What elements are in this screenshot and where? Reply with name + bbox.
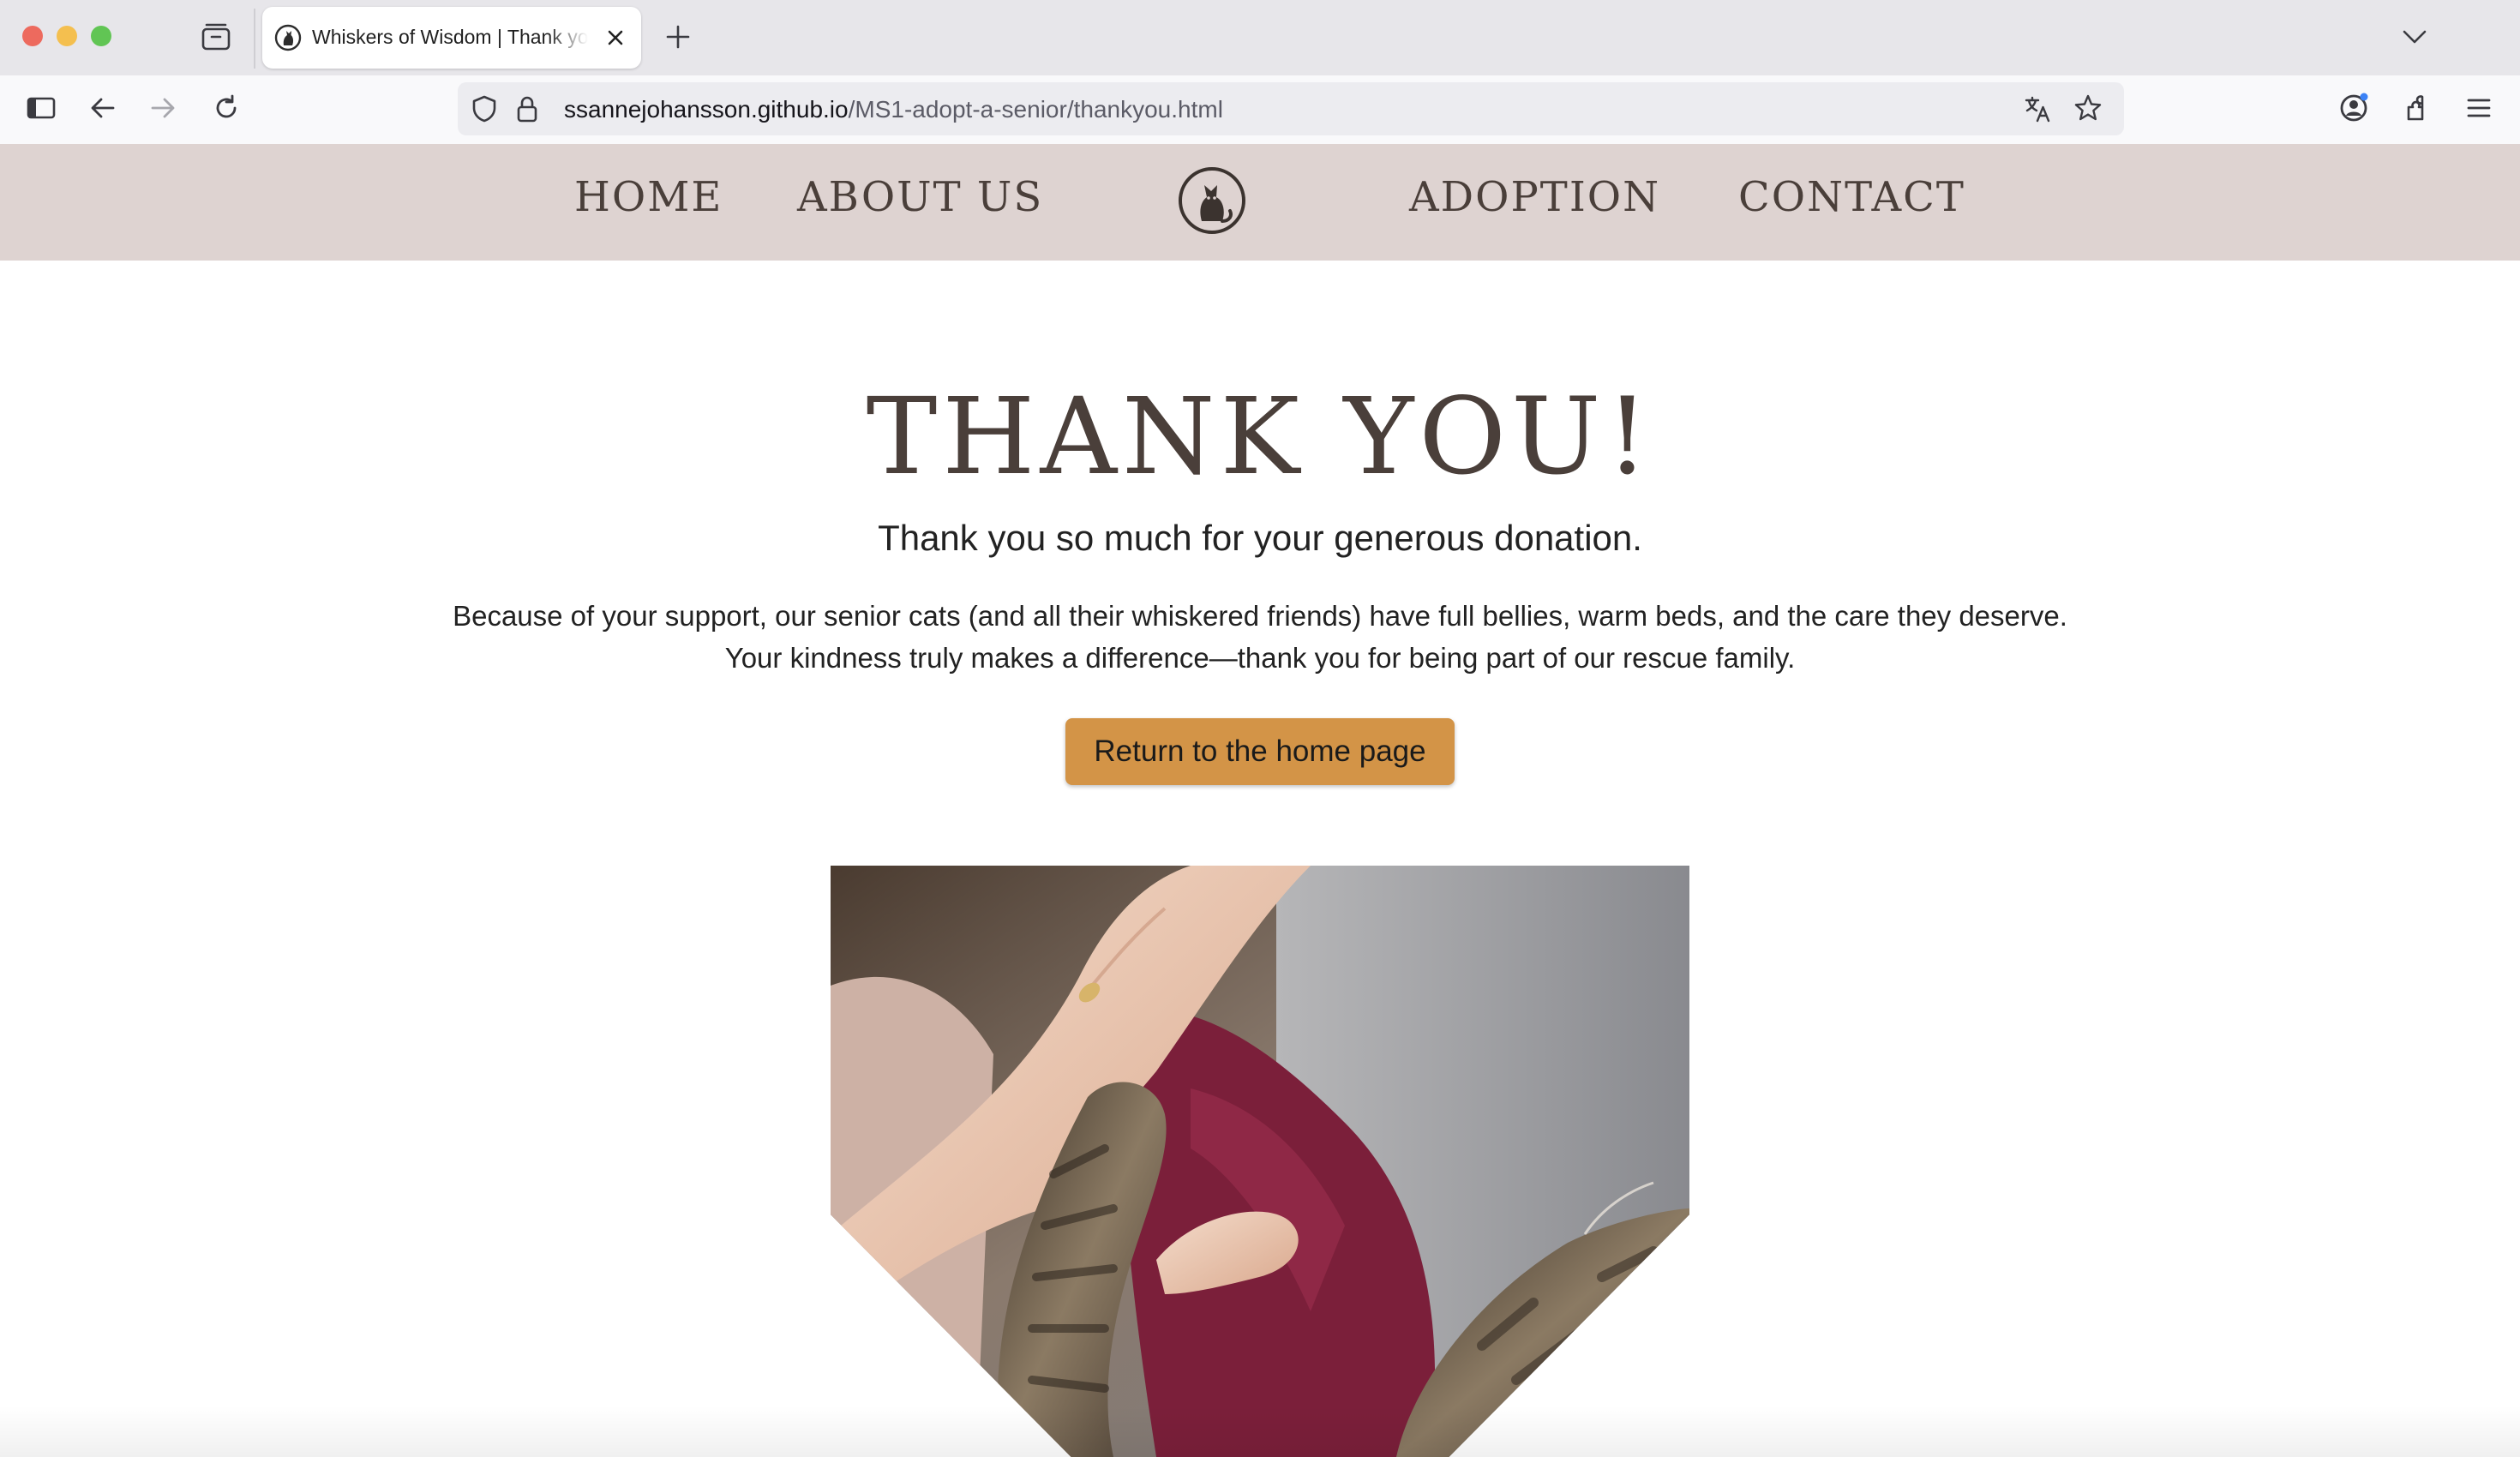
close-icon[interactable] — [603, 26, 627, 50]
zoom-window-button[interactable] — [91, 26, 111, 46]
hero-image-hand-and-paw — [831, 866, 1689, 1457]
cat-favicon-icon — [274, 24, 302, 51]
message-line-1: Because of your support, our senior cats… — [453, 600, 2067, 632]
browser-tab-bar: Whiskers of Wisdom | Thank you — [0, 0, 2520, 75]
forward-arrow-icon[interactable] — [146, 91, 180, 125]
star-icon[interactable] — [2073, 93, 2103, 123]
page-title: THANK YOU! — [866, 375, 1654, 499]
thank-you-message: Because of your support, our senior cats… — [0, 595, 2520, 679]
site-navbar: HOME ABOUT US ADOPTION CONTACT — [0, 144, 2520, 261]
extensions-icon[interactable] — [2400, 91, 2434, 125]
menu-icon[interactable] — [2462, 91, 2496, 125]
cat-logo-icon[interactable] — [1176, 165, 1248, 237]
page-subtitle: Thank you so much for your generous dona… — [878, 518, 1642, 558]
tab-overview-icon[interactable] — [201, 22, 231, 51]
active-tab[interactable]: Whiskers of Wisdom | Thank you — [262, 7, 641, 69]
url-path: /MS1-adopt-a-senior/thankyou.html — [848, 96, 1223, 123]
sidebar-icon[interactable] — [24, 91, 58, 125]
address-bar[interactable]: ssannejohansson.github.io/MS1-adopt-a-se… — [458, 82, 2124, 135]
url-host: ssannejohansson.github.io — [564, 96, 849, 123]
return-home-button[interactable]: Return to the home page — [1065, 718, 1455, 785]
nav-link-about-us[interactable]: ABOUT US — [797, 173, 1043, 221]
back-arrow-icon[interactable] — [86, 91, 120, 125]
account-icon[interactable] — [2337, 91, 2371, 125]
chevron-down-icon[interactable] — [2400, 24, 2429, 50]
plus-icon[interactable] — [663, 22, 693, 51]
tab-separator — [254, 9, 255, 69]
message-line-2: Your kindness truly makes a difference—t… — [724, 642, 1796, 674]
browser-toolbar: ssannejohansson.github.io/MS1-adopt-a-se… — [0, 75, 2520, 144]
nav-link-adoption[interactable]: ADOPTION — [1409, 173, 1660, 221]
nav-link-home[interactable]: HOME — [574, 173, 723, 221]
minimize-window-button[interactable] — [57, 26, 77, 46]
close-window-button[interactable] — [22, 26, 43, 46]
shield-icon[interactable] — [470, 94, 499, 123]
nav-link-contact[interactable]: CONTACT — [1738, 173, 1965, 221]
translate-icon[interactable] — [2023, 94, 2052, 123]
tab-title: Whiskers of Wisdom | Thank you — [312, 26, 588, 48]
url-text[interactable]: ssannejohansson.github.io/MS1-adopt-a-se… — [564, 96, 1223, 123]
lock-icon[interactable] — [514, 94, 540, 123]
reload-icon[interactable] — [209, 91, 243, 125]
